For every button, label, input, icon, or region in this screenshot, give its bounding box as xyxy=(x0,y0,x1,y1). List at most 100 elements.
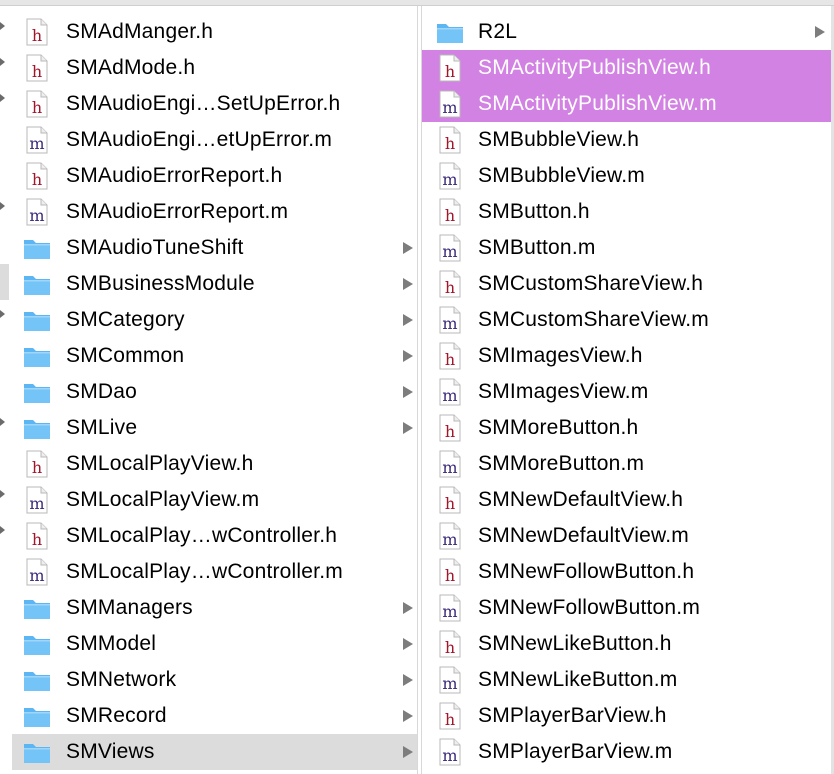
folder-icon xyxy=(24,384,50,403)
file-row[interactable]: SMCategory xyxy=(12,302,417,338)
file-row[interactable]: m SMBubbleView.m xyxy=(422,158,834,194)
file-name: SMManagers xyxy=(66,596,193,619)
file-name: SMAudioTuneShift xyxy=(66,236,244,259)
svg-text:m: m xyxy=(442,458,457,477)
file-name: SMViews xyxy=(66,740,155,763)
svg-text:h: h xyxy=(32,62,42,81)
file-row[interactable]: h SMNewDefaultView.h xyxy=(422,482,834,518)
svg-text:m: m xyxy=(442,98,457,117)
source-file-icon: m xyxy=(26,558,48,586)
source-file-icon: m xyxy=(439,666,461,694)
file-row[interactable]: h SMButton.h xyxy=(422,194,834,230)
file-name: SMNewDefaultView.h xyxy=(478,488,684,511)
svg-text:h: h xyxy=(445,710,455,729)
file-row[interactable]: m SMAudioErrorReport.m xyxy=(12,194,417,230)
file-row[interactable]: m SMNewDefaultView.m xyxy=(422,518,834,554)
svg-text:m: m xyxy=(29,206,44,225)
svg-text:h: h xyxy=(32,170,42,189)
file-row[interactable]: h SMAdManger.h xyxy=(12,14,417,50)
file-row[interactable]: SMViews xyxy=(12,734,417,770)
svg-text:h: h xyxy=(445,134,455,153)
source-file-icon: m xyxy=(26,486,48,514)
file-row[interactable]: SMManagers xyxy=(12,590,417,626)
svg-text:h: h xyxy=(445,278,455,297)
file-row[interactable]: h SMLocalPlayView.h xyxy=(12,446,417,482)
disclosure-arrow-icon xyxy=(403,602,413,614)
source-file-icon: m xyxy=(439,738,461,766)
file-row[interactable]: h SMMoreButton.h xyxy=(422,410,834,446)
file-row[interactable]: m SMNewFollowButton.m xyxy=(422,590,834,626)
file-name: SMPlayerBarView.m xyxy=(478,740,673,763)
svg-text:h: h xyxy=(445,206,455,225)
file-name: SMActivityPublishView.h xyxy=(478,56,711,79)
source-file-icon: m xyxy=(439,378,461,406)
disclosure-arrow-icon xyxy=(403,638,413,650)
file-row[interactable]: m SMPlayerBarView.m xyxy=(422,734,834,770)
finder-column-smviews[interactable]: R2L h SMActivityPublishView.h m SMActivityPu… xyxy=(421,6,834,774)
header-file-icon: h xyxy=(26,522,48,550)
file-row[interactable]: h SMAudioEngi…SetUpError.h xyxy=(12,86,417,122)
file-name: SMAudioEngi…SetUpError.h xyxy=(66,92,341,115)
file-name: SMAdManger.h xyxy=(66,20,214,43)
svg-text:h: h xyxy=(32,458,42,477)
file-row[interactable]: h SMCustomShareView.h xyxy=(422,266,834,302)
finder-column-parent[interactable]: h SMAdManger.h h SMAdMode.h h SMAudioEngi…Set… xyxy=(12,6,418,774)
file-row[interactable]: SMAudioTuneShift xyxy=(12,230,417,266)
file-name: SMNewDefaultView.m xyxy=(478,524,689,547)
disclosure-arrow-icon xyxy=(403,746,413,758)
edge-arrow-icon xyxy=(0,418,5,426)
source-file-icon: m xyxy=(439,522,461,550)
file-name: SMAdMode.h xyxy=(66,56,196,79)
file-name: SMBubbleView.h xyxy=(478,128,640,151)
file-row[interactable]: SMRecord xyxy=(12,698,417,734)
svg-text:m: m xyxy=(442,314,457,333)
file-row[interactable]: SMBusinessModule xyxy=(12,266,417,302)
disclosure-arrow-icon xyxy=(403,314,413,326)
source-file-icon: m xyxy=(439,234,461,262)
file-name: SMModel xyxy=(66,632,157,655)
file-name: SMNewFollowButton.h xyxy=(478,560,695,583)
file-name: SMCustomShareView.h xyxy=(478,272,704,295)
file-name: SMNewLikeButton.m xyxy=(478,668,678,691)
header-file-icon: h xyxy=(26,90,48,118)
file-row[interactable]: R2L xyxy=(422,14,834,50)
file-row[interactable]: h SMLocalPlay…wController.h xyxy=(12,518,417,554)
header-file-icon: h xyxy=(439,414,461,442)
file-row[interactable]: h SMBubbleView.h xyxy=(422,122,834,158)
file-row[interactable]: SMLive xyxy=(12,410,417,446)
file-name: SMButton.m xyxy=(478,236,596,259)
edge-arrow-icon xyxy=(0,310,5,318)
edge-arrow-icon xyxy=(0,94,5,102)
file-row[interactable]: h SMNewLikeButton.h xyxy=(422,626,834,662)
file-row[interactable]: m SMButton.m xyxy=(422,230,834,266)
file-row[interactable]: m SMAudioEngi…etUpError.m xyxy=(12,122,417,158)
header-file-icon: h xyxy=(26,54,48,82)
file-row[interactable]: SMNetwork xyxy=(12,662,417,698)
svg-text:m: m xyxy=(442,530,457,549)
file-row[interactable]: h SMNewFollowButton.h xyxy=(422,554,834,590)
header-file-icon: h xyxy=(26,450,48,478)
file-row[interactable]: m SMImagesView.m xyxy=(422,374,834,410)
disclosure-arrow-icon xyxy=(403,278,413,290)
file-row[interactable]: SMModel xyxy=(12,626,417,662)
file-row[interactable]: h SMImagesView.h xyxy=(422,338,834,374)
file-row[interactable]: m SMNewLikeButton.m xyxy=(422,662,834,698)
svg-text:h: h xyxy=(32,26,42,45)
file-row[interactable]: m SMActivityPublishView.m xyxy=(422,86,834,122)
file-row[interactable]: h SMActivityPublishView.h xyxy=(422,50,834,86)
file-row[interactable]: m SMLocalPlayView.m xyxy=(12,482,417,518)
file-row[interactable]: h SMPlayerBarView.h xyxy=(422,698,834,734)
file-row[interactable]: h SMAudioErrorReport.h xyxy=(12,158,417,194)
file-row[interactable]: m SMLocalPlay…wController.m xyxy=(12,554,417,590)
folder-icon xyxy=(24,420,50,439)
edge-arrow-icon xyxy=(0,22,5,30)
header-file-icon: h xyxy=(439,198,461,226)
file-row[interactable]: SMDao xyxy=(12,374,417,410)
file-name: SMLocalPlay…wController.m xyxy=(66,560,343,583)
file-row[interactable]: h SMAdMode.h xyxy=(12,50,417,86)
header-file-icon: h xyxy=(439,54,461,82)
file-row[interactable]: SMCommon xyxy=(12,338,417,374)
file-row[interactable]: m SMMoreButton.m xyxy=(422,446,834,482)
file-name: SMBubbleView.m xyxy=(478,164,645,187)
file-row[interactable]: m SMCustomShareView.m xyxy=(422,302,834,338)
